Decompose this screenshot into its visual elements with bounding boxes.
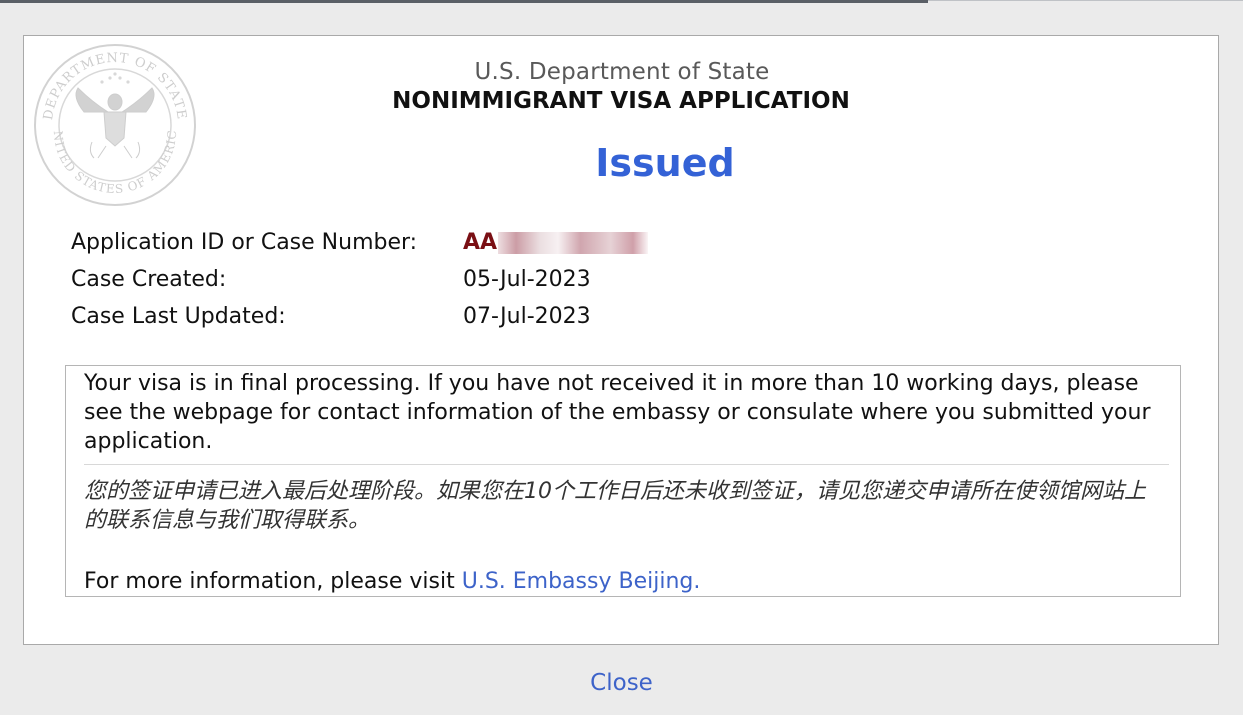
status-dialog: DEPARTMENT OF STATE UNITED STATES OF AME… bbox=[23, 35, 1219, 645]
status-message-box: Your visa is in final processing. If you… bbox=[65, 365, 1181, 597]
case-updated-label: Case Last Updated: bbox=[71, 304, 286, 329]
case-id-redaction bbox=[498, 232, 649, 254]
status-label: Issued bbox=[595, 141, 735, 185]
message-chinese: 您的签证申请已进入最后处理阶段。如果您在10个工作日后还未收到签证，请见您递交申… bbox=[84, 479, 1146, 533]
more-info-prefix: For more information, please visit bbox=[84, 569, 462, 594]
case-created-value: 05-Jul-2023 bbox=[463, 267, 591, 292]
case-created-row: Case Created: 05-Jul-2023 bbox=[71, 261, 648, 298]
more-info-text: For more information, please visit U.S. … bbox=[84, 567, 700, 596]
case-id-label: Application ID or Case Number: bbox=[71, 230, 418, 255]
message-divider bbox=[84, 464, 1169, 465]
message-english: Your visa is in final processing. If you… bbox=[84, 371, 1151, 454]
case-id-value: AA bbox=[463, 230, 498, 255]
application-type-title: NONIMMIGRANT VISA APPLICATION bbox=[392, 88, 850, 114]
department-name: U.S. Department of State bbox=[474, 59, 770, 85]
embassy-link[interactable]: U.S. Embassy Beijing. bbox=[462, 569, 701, 594]
case-info: Application ID or Case Number: AA Case C… bbox=[71, 224, 649, 335]
close-button[interactable]: Close bbox=[590, 670, 653, 696]
case-updated-value: 07-Jul-2023 bbox=[463, 304, 591, 329]
dialog-header: U.S. Department of State NONIMMIGRANT VI… bbox=[24, 58, 1220, 116]
close-button-container: Close bbox=[0, 667, 1243, 699]
case-id-row: Application ID or Case Number: AA bbox=[71, 224, 649, 261]
top-bar bbox=[0, 0, 928, 3]
case-updated-row: Case Last Updated: 07-Jul-2023 bbox=[71, 298, 648, 335]
case-created-label: Case Created: bbox=[71, 267, 227, 292]
top-bar-line bbox=[928, 0, 1243, 1]
